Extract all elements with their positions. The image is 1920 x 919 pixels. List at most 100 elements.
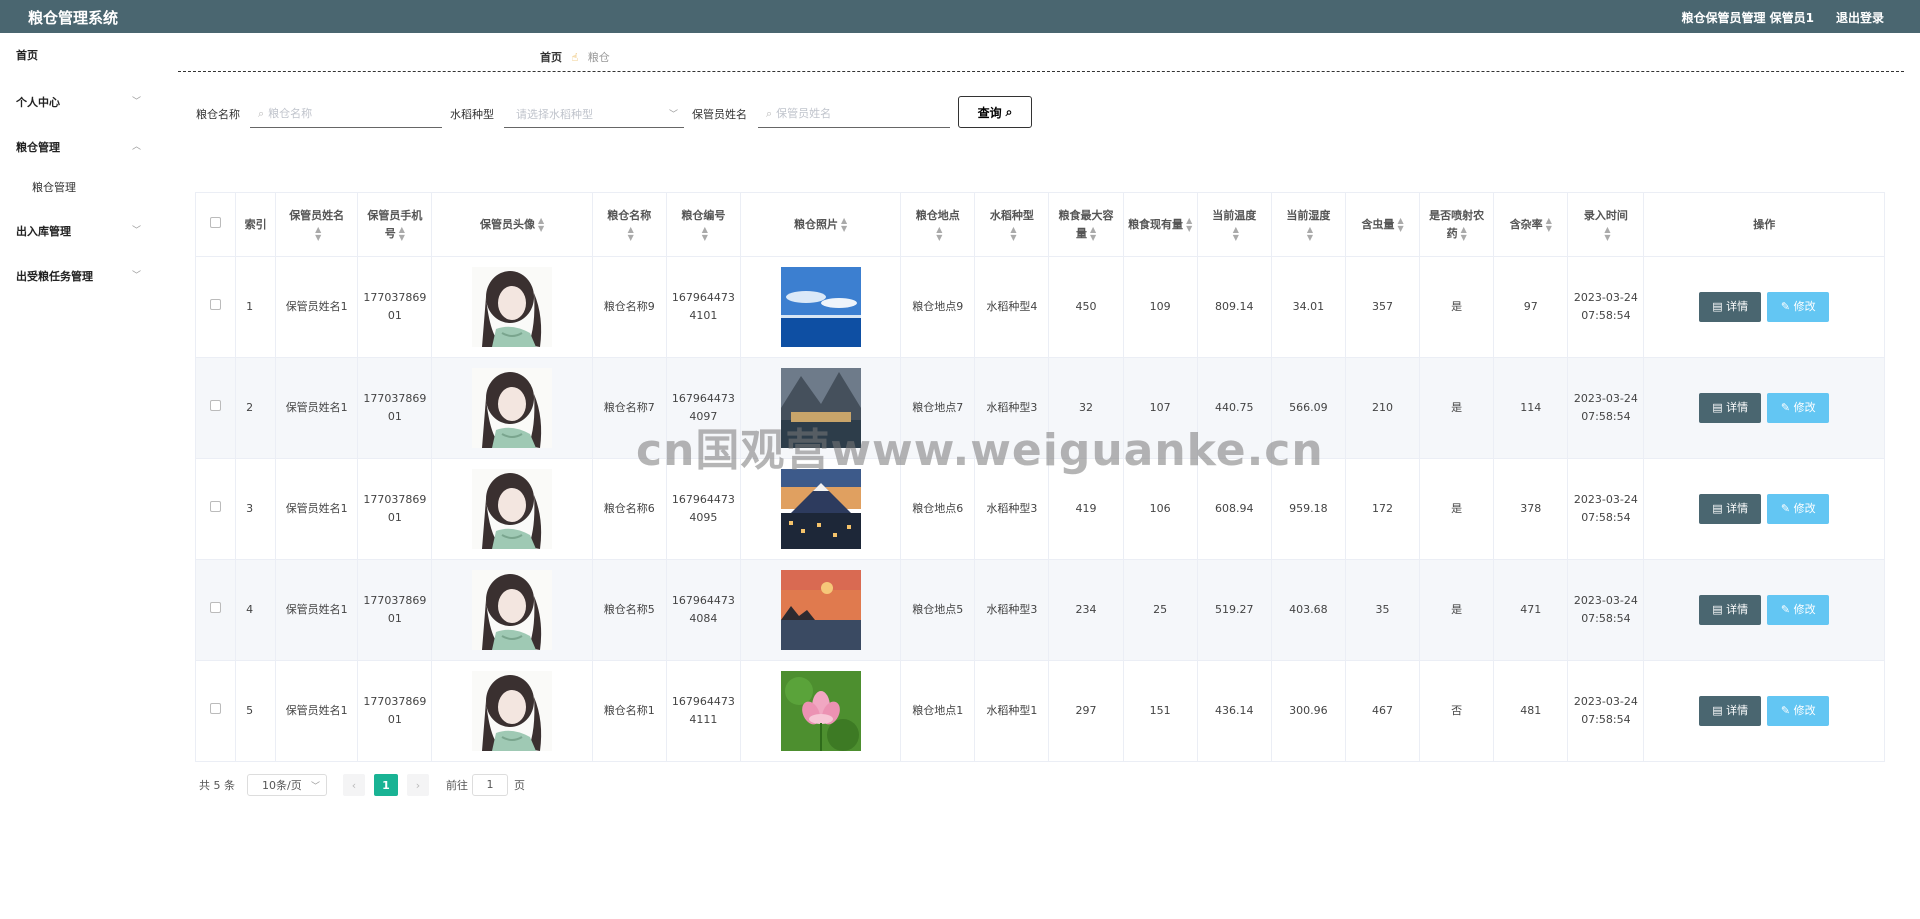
edit-button[interactable]: ✎ 修改 xyxy=(1767,595,1830,625)
column-header[interactable]: 当前湿度 ▲ ▼ xyxy=(1270,192,1346,257)
sidebar-item-inout[interactable]: 出入库管理 ﹀ xyxy=(16,223,141,239)
select-all-checkbox[interactable] xyxy=(210,216,222,228)
column-header[interactable]: 粮仓照片 ▲ ▼ xyxy=(739,192,902,257)
column-header[interactable]: 粮仓名称 ▲ ▼ xyxy=(591,192,667,257)
cell-index: 5 xyxy=(235,660,277,762)
sidebar-item-tasks[interactable]: 出受粮任务管理 ﹀ xyxy=(16,268,141,284)
row-checkbox[interactable] xyxy=(210,501,222,512)
type-select[interactable]: 请选择水稻种型 ﹀ xyxy=(504,100,684,128)
avatar-image xyxy=(472,469,553,549)
edit-button[interactable]: ✎ 修改 xyxy=(1767,494,1830,524)
sort-icon[interactable]: ▲ ▼ xyxy=(628,225,634,242)
edit-button[interactable]: ✎ 修改 xyxy=(1767,393,1830,423)
row-checkbox[interactable] xyxy=(210,299,222,310)
document-icon: ▤ xyxy=(1712,704,1727,717)
cell-avatar xyxy=(431,559,593,661)
column-header[interactable]: 含虫量 ▲ ▼ xyxy=(1344,192,1421,257)
row-checkbox-cell[interactable] xyxy=(194,256,237,358)
select-all-checkbox-cell[interactable] xyxy=(194,192,237,257)
granary-photo xyxy=(780,469,861,549)
granary-photo xyxy=(780,267,861,347)
document-icon: ▤ xyxy=(1712,502,1727,515)
pencil-icon: ✎ xyxy=(1780,401,1794,414)
row-checkbox[interactable] xyxy=(210,602,222,613)
page-size-value: 10条/页 xyxy=(262,779,302,792)
page-size-select[interactable]: 10条/页 ﹀ xyxy=(247,774,327,796)
detail-button[interactable]: ▤ 详情 xyxy=(1699,595,1762,625)
detail-button[interactable]: ▤ 详情 xyxy=(1699,494,1762,524)
sort-icon[interactable]: ▲ ▼ xyxy=(1307,225,1313,242)
column-header[interactable]: 水稻种型 ▲ ▼ xyxy=(974,192,1050,257)
column-header[interactable]: 录入时间 ▲ ▼ xyxy=(1567,192,1645,257)
sort-icon[interactable]: ▲ ▼ xyxy=(1397,216,1403,233)
row-checkbox-cell[interactable] xyxy=(194,559,237,661)
row-checkbox-cell[interactable] xyxy=(194,458,237,560)
goto-suffix: 页 xyxy=(514,779,525,792)
column-header[interactable]: 保管员头像 ▲ ▼ xyxy=(431,192,593,257)
column-header[interactable]: 当前温度 ▲ ▼ xyxy=(1196,192,1272,257)
type-select-placeholder: 请选择水稻种型 xyxy=(516,107,593,121)
top-header: 粮仓管理系统 粮仓保管员管理 保管员1 退出登录 xyxy=(0,0,1920,33)
sort-icon[interactable]: ▲ ▼ xyxy=(1233,225,1239,242)
query-button[interactable]: 查询 ⌕ xyxy=(958,96,1032,128)
row-checkbox-cell[interactable] xyxy=(194,660,237,762)
sort-icon[interactable]: ▲ ▼ xyxy=(399,225,405,242)
next-page-button[interactable]: › xyxy=(407,774,429,796)
sort-icon[interactable]: ▲ ▼ xyxy=(1461,225,1467,242)
cell-location: 粮仓地点5 xyxy=(900,559,976,661)
logout-link[interactable]: 退出登录 xyxy=(1836,9,1884,26)
pagination-total: 共 5 条 xyxy=(199,779,235,792)
cell-humidity: 300.96 xyxy=(1270,660,1346,762)
sort-icon[interactable]: ▲ ▼ xyxy=(841,216,847,233)
column-header[interactable]: 粮仓地点 ▲ ▼ xyxy=(900,192,976,257)
sort-icon[interactable]: ▲ ▼ xyxy=(1546,216,1552,233)
edit-button[interactable]: ✎ 修改 xyxy=(1767,292,1830,322)
cell-granary-photo xyxy=(739,660,902,762)
column-header[interactable]: 粮食最大容量 ▲ ▼ xyxy=(1048,192,1124,257)
cell-pesticide: 是 xyxy=(1419,357,1495,459)
prev-page-button[interactable]: ‹ xyxy=(343,774,365,796)
type-select-label: 水稻种型 xyxy=(450,108,494,121)
column-header[interactable]: 保管员手机号 ▲ ▼ xyxy=(357,192,433,257)
column-header[interactable]: 粮食现有量 ▲ ▼ xyxy=(1122,192,1198,257)
breadcrumb-home[interactable]: 首页 xyxy=(540,51,562,64)
cell-avatar xyxy=(431,660,593,762)
sort-icon[interactable]: ▲ ▼ xyxy=(315,225,321,242)
detail-button[interactable]: ▤ 详情 xyxy=(1699,393,1762,423)
cell-rice-type: 水稻种型3 xyxy=(974,559,1050,661)
cell-granary-code: 1679644734111 xyxy=(665,660,741,762)
keeper-search-field: ⌕ xyxy=(758,100,950,128)
row-checkbox[interactable] xyxy=(210,703,222,714)
cell-keeper-name: 保管员姓名1 xyxy=(275,559,359,661)
detail-button[interactable]: ▤ 详情 xyxy=(1699,696,1762,726)
name-search-input[interactable] xyxy=(268,107,429,120)
keeper-search-input[interactable] xyxy=(776,107,937,120)
sort-icon[interactable]: ▲ ▼ xyxy=(702,225,708,242)
cell-insect: 210 xyxy=(1344,357,1421,459)
sort-icon[interactable]: ▲ ▼ xyxy=(1604,225,1610,242)
cell-max-capacity: 450 xyxy=(1048,256,1124,358)
row-checkbox[interactable] xyxy=(210,400,222,411)
edit-button[interactable]: ✎ 修改 xyxy=(1767,696,1830,726)
detail-button[interactable]: ▤ 详情 xyxy=(1699,292,1762,322)
column-header[interactable]: 含杂率 ▲ ▼ xyxy=(1493,192,1569,257)
cell-insect: 172 xyxy=(1344,458,1421,560)
sort-icon[interactable]: ▲ ▼ xyxy=(538,216,544,233)
cell-current-amount: 151 xyxy=(1122,660,1198,762)
goto-page-input[interactable]: 1 xyxy=(472,774,508,796)
row-checkbox-cell[interactable] xyxy=(194,357,237,459)
sort-icon[interactable]: ▲ ▼ xyxy=(1090,225,1096,242)
page-number-active[interactable]: 1 xyxy=(374,774,398,796)
sidebar-item-granary[interactable]: 粮仓管理 ︿ xyxy=(16,139,141,155)
column-header[interactable]: 是否喷射农药 ▲ ▼ xyxy=(1419,192,1495,257)
sort-icon[interactable]: ▲ ▼ xyxy=(1186,216,1192,233)
column-header[interactable]: 粮仓编号 ▲ ▼ xyxy=(665,192,741,257)
sidebar-item-home[interactable]: 首页 xyxy=(16,47,38,63)
sidebar-subitem-granary[interactable]: 粮仓管理 xyxy=(32,179,76,195)
column-header[interactable]: 保管员姓名 ▲ ▼ xyxy=(275,192,359,257)
cell-pesticide: 是 xyxy=(1419,256,1495,358)
sidebar-item-profile[interactable]: 个人中心 ﹀ xyxy=(16,94,141,110)
sort-icon[interactable]: ▲ ▼ xyxy=(936,225,942,242)
sort-icon[interactable]: ▲ ▼ xyxy=(1010,225,1016,242)
granary-photo xyxy=(780,570,861,650)
